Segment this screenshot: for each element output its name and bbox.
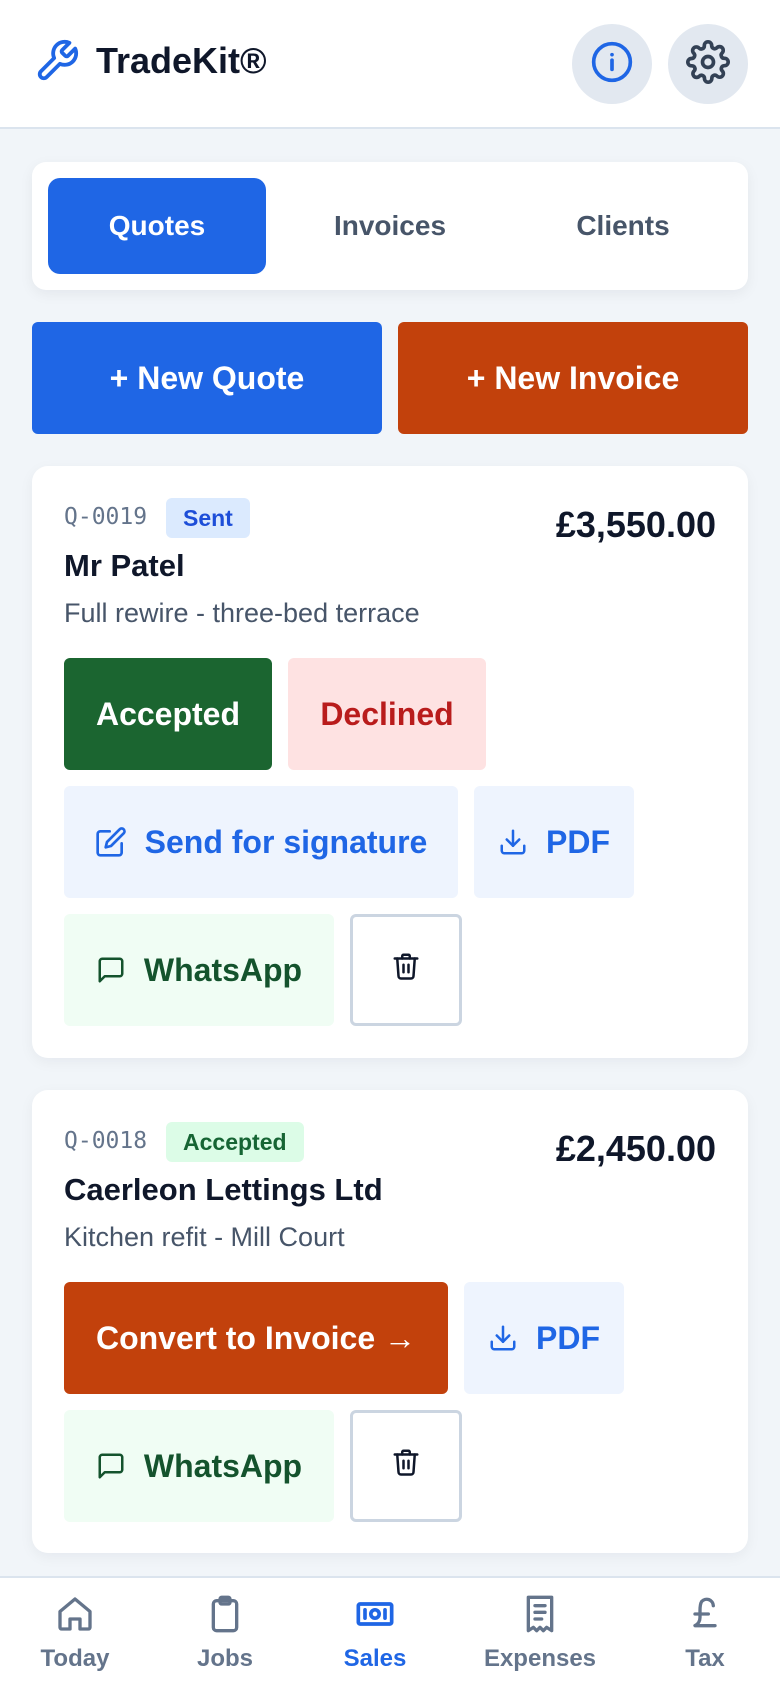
convert-to-invoice-button[interactable]: Convert to Invoice → xyxy=(64,1282,448,1394)
mark-declined-label: Declined xyxy=(320,695,454,732)
nav-expenses[interactable]: Expenses xyxy=(465,1578,615,1688)
quote-card: Q-0019 Sent £3,550.00 Mr Patel Full rewi… xyxy=(32,466,748,1058)
section-tabs: Quotes Invoices Clients xyxy=(32,162,748,290)
quote-card: Q-0018 Accepted £2,450.00 Caerleon Letti… xyxy=(32,1090,748,1553)
status-badge: Accepted xyxy=(166,1122,304,1162)
status-badge: Sent xyxy=(166,498,250,538)
convert-to-invoice-label: Convert to Invoice → xyxy=(95,1319,417,1356)
tab-quotes[interactable]: Quotes xyxy=(48,178,266,274)
home-icon xyxy=(55,1578,95,1641)
pdf-button[interactable]: PDF xyxy=(464,1282,624,1394)
pdf-button[interactable]: PDF xyxy=(474,786,634,898)
whatsapp-label: WhatsApp xyxy=(143,1447,303,1484)
mark-accepted-button[interactable]: Accepted xyxy=(64,658,272,770)
nav-tax-label: Tax xyxy=(685,1645,725,1672)
send-signature-label: Send for signature xyxy=(144,823,428,860)
quote-number: Q-0018 xyxy=(64,1128,148,1154)
new-quote-button[interactable]: + New Quote xyxy=(32,322,382,434)
receipt-icon xyxy=(520,1578,560,1641)
delete-button[interactable] xyxy=(350,914,462,1026)
client-name: Caerleon Lettings Ltd xyxy=(64,1172,383,1207)
quote-description: Full rewire - three-bed terrace xyxy=(64,598,420,628)
bottom-nav: Today Jobs Sales Expenses Tax xyxy=(0,1576,780,1688)
quote-description: Kitchen refit - Mill Court xyxy=(64,1222,345,1252)
nav-sales-label: Sales xyxy=(343,1645,407,1672)
wrench-icon xyxy=(34,38,80,84)
quote-amount: £3,550.00 xyxy=(555,504,716,545)
message-icon xyxy=(96,1451,126,1481)
tab-invoices[interactable]: Invoices xyxy=(281,178,499,274)
edit-icon xyxy=(95,826,127,858)
nav-expenses-label: Expenses xyxy=(483,1645,597,1672)
info-icon xyxy=(590,40,634,89)
whatsapp-button[interactable]: WhatsApp xyxy=(64,914,334,1026)
quote-amount: £2,450.00 xyxy=(555,1128,716,1169)
quote-number: Q-0019 xyxy=(64,504,148,530)
message-icon xyxy=(96,955,126,985)
pdf-label: PDF xyxy=(546,823,610,860)
app-header: TradeKit® xyxy=(0,0,780,129)
delete-button[interactable] xyxy=(350,1410,462,1522)
trash-icon xyxy=(391,951,421,989)
nav-sales[interactable]: Sales xyxy=(300,1578,450,1688)
info-button[interactable] xyxy=(572,24,652,104)
mark-accepted-label: Accepted xyxy=(95,695,241,732)
nav-tax[interactable]: Tax xyxy=(630,1578,780,1688)
nav-today-label: Today xyxy=(40,1645,110,1672)
nav-jobs-label: Jobs xyxy=(196,1645,253,1672)
tab-clients[interactable]: Clients xyxy=(514,178,732,274)
trash-icon xyxy=(391,1447,421,1485)
app-title: TradeKit® xyxy=(96,40,267,81)
clipboard-icon xyxy=(205,1578,245,1641)
nav-jobs[interactable]: Jobs xyxy=(150,1578,300,1688)
client-name: Mr Patel xyxy=(64,548,185,583)
new-invoice-button[interactable]: + New Invoice xyxy=(398,322,748,434)
mark-declined-button[interactable]: Declined xyxy=(288,658,486,770)
download-icon xyxy=(498,827,528,857)
download-icon xyxy=(488,1323,518,1353)
whatsapp-label: WhatsApp xyxy=(143,951,303,988)
brand: TradeKit® xyxy=(34,38,267,84)
pound-icon xyxy=(685,1578,725,1641)
settings-button[interactable] xyxy=(668,24,748,104)
nav-today[interactable]: Today xyxy=(0,1578,150,1688)
whatsapp-button[interactable]: WhatsApp xyxy=(64,1410,334,1522)
banknote-icon xyxy=(355,1578,395,1641)
gear-icon xyxy=(686,39,730,89)
send-signature-button[interactable]: Send for signature xyxy=(64,786,458,898)
pdf-label: PDF xyxy=(536,1319,600,1356)
